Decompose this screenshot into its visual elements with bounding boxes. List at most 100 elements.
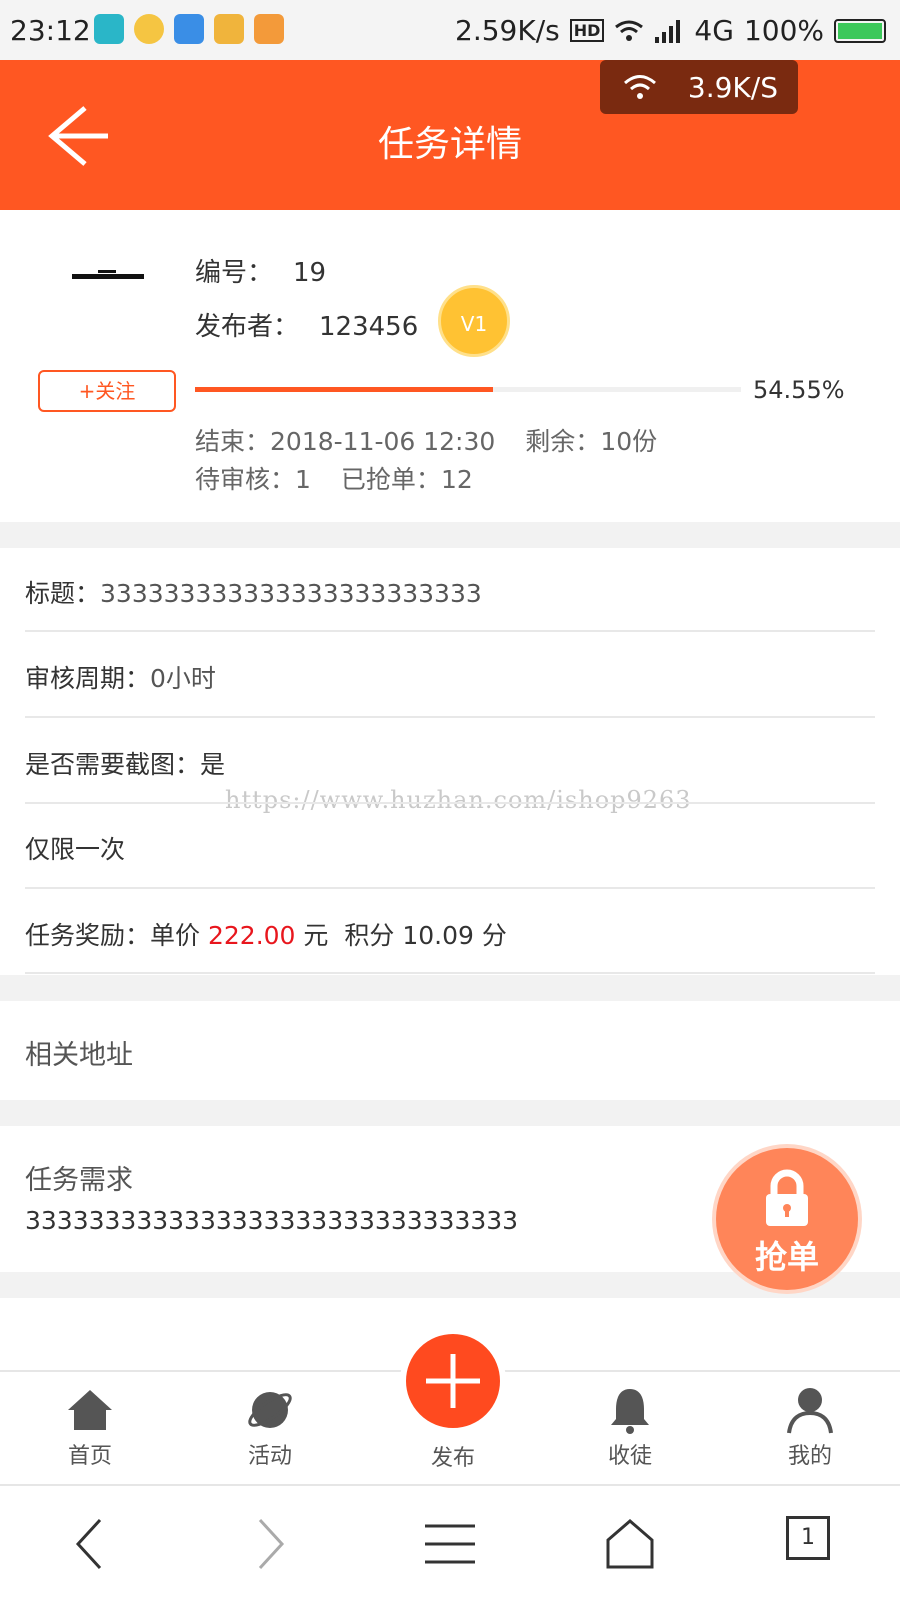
partial-section-label	[25, 1350, 33, 1370]
battery-icon	[834, 18, 886, 43]
browser-menu-button[interactable]	[420, 1514, 480, 1574]
publisher-logo	[72, 270, 144, 279]
divider	[25, 887, 875, 889]
tab-recruit-label: 收徒	[607, 1444, 652, 1469]
tab-publish-label: 发布	[430, 1446, 475, 1471]
status-bar: 23:12 2.59K/s HD 4G 100%	[0, 0, 900, 60]
tab-home-label: 首页	[67, 1444, 112, 1469]
page-title: 任务详情	[377, 124, 522, 165]
bell-icon	[611, 1389, 649, 1434]
grabbed-value: 12	[440, 465, 473, 494]
app-notification-icon	[94, 14, 124, 44]
divider	[25, 630, 875, 632]
detail-review-period: 审核周期：0小时	[25, 659, 875, 695]
watermark: https://www.huzhan.com/ishop9263	[225, 786, 692, 814]
browser-home-button[interactable]	[600, 1514, 660, 1574]
section-divider	[0, 975, 900, 1001]
network-type: 4G	[694, 14, 734, 47]
follow-button[interactable]: +关注	[38, 370, 176, 412]
reward-label: 任务奖励：	[25, 921, 151, 950]
signal-icon	[655, 19, 681, 43]
task-number-value: 19	[293, 258, 327, 288]
browser-back-button[interactable]	[60, 1514, 120, 1574]
remaining-label: 剩余：	[525, 427, 601, 456]
reward-points-label: 积分	[344, 921, 395, 950]
task-number: 编号： 19	[195, 252, 326, 289]
detail-once-only: 仅限一次	[25, 835, 126, 864]
remaining-value: 10份	[600, 427, 658, 456]
app-notification-icon	[214, 14, 244, 44]
wifi-icon	[624, 75, 656, 99]
publish-button[interactable]	[400, 1328, 506, 1434]
hd-icon: HD	[569, 19, 605, 42]
menu-icon	[425, 1524, 475, 1564]
detail-reward: 任务奖励：单价 222.00 元 积分 10.09 分	[25, 916, 875, 952]
task-pending-grabbed: 待审核：1 已抢单：12	[195, 460, 473, 496]
tab-home[interactable]: 首页	[30, 1382, 150, 1470]
publisher-value: 123456	[319, 312, 419, 342]
tab-mine-label: 我的	[787, 1444, 832, 1469]
grab-order-button[interactable]: 抢单	[716, 1148, 858, 1290]
app-notification-icon	[134, 14, 164, 44]
chevron-right-icon	[258, 1518, 285, 1570]
home-icon	[68, 1390, 112, 1430]
pending-label: 待审核：	[195, 465, 296, 494]
lock-icon	[766, 1169, 808, 1226]
task-number-label: 编号：	[195, 258, 274, 288]
requirement-label: 任务需求	[25, 1165, 133, 1196]
detail-screenshot-required: 是否需要截图：是	[25, 745, 875, 781]
message-notification-icon	[174, 14, 204, 44]
divider	[25, 802, 875, 804]
end-value: 2018-11-06 12:30	[270, 427, 496, 456]
net-speed: 2.59K/s	[455, 14, 560, 47]
grabbed-label: 已抢单：	[340, 465, 441, 494]
status-right: 2.59K/s HD 4G 100%	[455, 14, 886, 47]
browser-nav-bar	[0, 1484, 900, 1602]
battery-percent: 100%	[743, 14, 824, 47]
tab-recruit[interactable]: 收徒	[570, 1382, 690, 1470]
app-notification-icon	[254, 14, 284, 44]
section-divider	[0, 522, 900, 548]
screenshot-label: 是否需要截图：	[25, 750, 201, 779]
wifi-icon	[615, 20, 644, 41]
pending-value: 1	[295, 465, 311, 494]
tab-mine[interactable]: 我的	[750, 1382, 870, 1470]
publisher-label: 发布者：	[195, 312, 300, 342]
task-progress-fill	[195, 387, 493, 392]
tab-activity[interactable]: 活动	[210, 1382, 330, 1470]
review-label: 审核周期：	[25, 664, 151, 693]
home-outline-icon	[606, 1519, 654, 1569]
section-divider	[0, 1100, 900, 1126]
review-value: 0小时	[150, 664, 216, 693]
reward-currency: 元	[303, 921, 329, 950]
status-time: 23:12	[10, 14, 91, 47]
title-label: 标题：	[25, 579, 101, 608]
overlay-speed: 3.9K/S	[687, 70, 778, 104]
reward-points-unit: 分	[481, 921, 507, 950]
notification-icons	[94, 14, 284, 44]
divider	[25, 972, 875, 974]
end-label: 结束：	[195, 427, 271, 456]
planet-icon	[248, 1392, 292, 1428]
task-progress-bar	[195, 387, 741, 392]
network-speed-badge: 3.9K/S	[600, 60, 798, 114]
screenshot-value: 是	[200, 750, 226, 779]
vip-badge: V1	[438, 285, 510, 357]
tab-activity-label: 活动	[247, 1444, 292, 1469]
grab-order-label: 抢单	[754, 1238, 819, 1276]
browser-tabs-button[interactable]: 1	[786, 1516, 830, 1560]
chevron-left-icon	[75, 1518, 102, 1570]
publisher: 发布者： 123456	[195, 306, 418, 343]
related-address-label[interactable]: 相关地址	[25, 1033, 133, 1072]
browser-forward-button[interactable]	[240, 1514, 300, 1574]
reward-price: 222.00	[207, 921, 296, 950]
plus-icon	[426, 1354, 480, 1408]
user-icon	[787, 1388, 833, 1434]
title-value: 333333333333333333333333	[100, 579, 482, 608]
divider	[25, 716, 875, 718]
detail-title: 标题：333333333333333333333333	[25, 574, 875, 610]
task-progress-text: 54.55%	[753, 376, 845, 404]
reward-unit-price-label: 单价	[150, 921, 201, 950]
reward-points: 10.09	[402, 921, 474, 950]
task-end-remaining: 结束：2018-11-06 12:30 剩余：10份	[195, 422, 657, 458]
